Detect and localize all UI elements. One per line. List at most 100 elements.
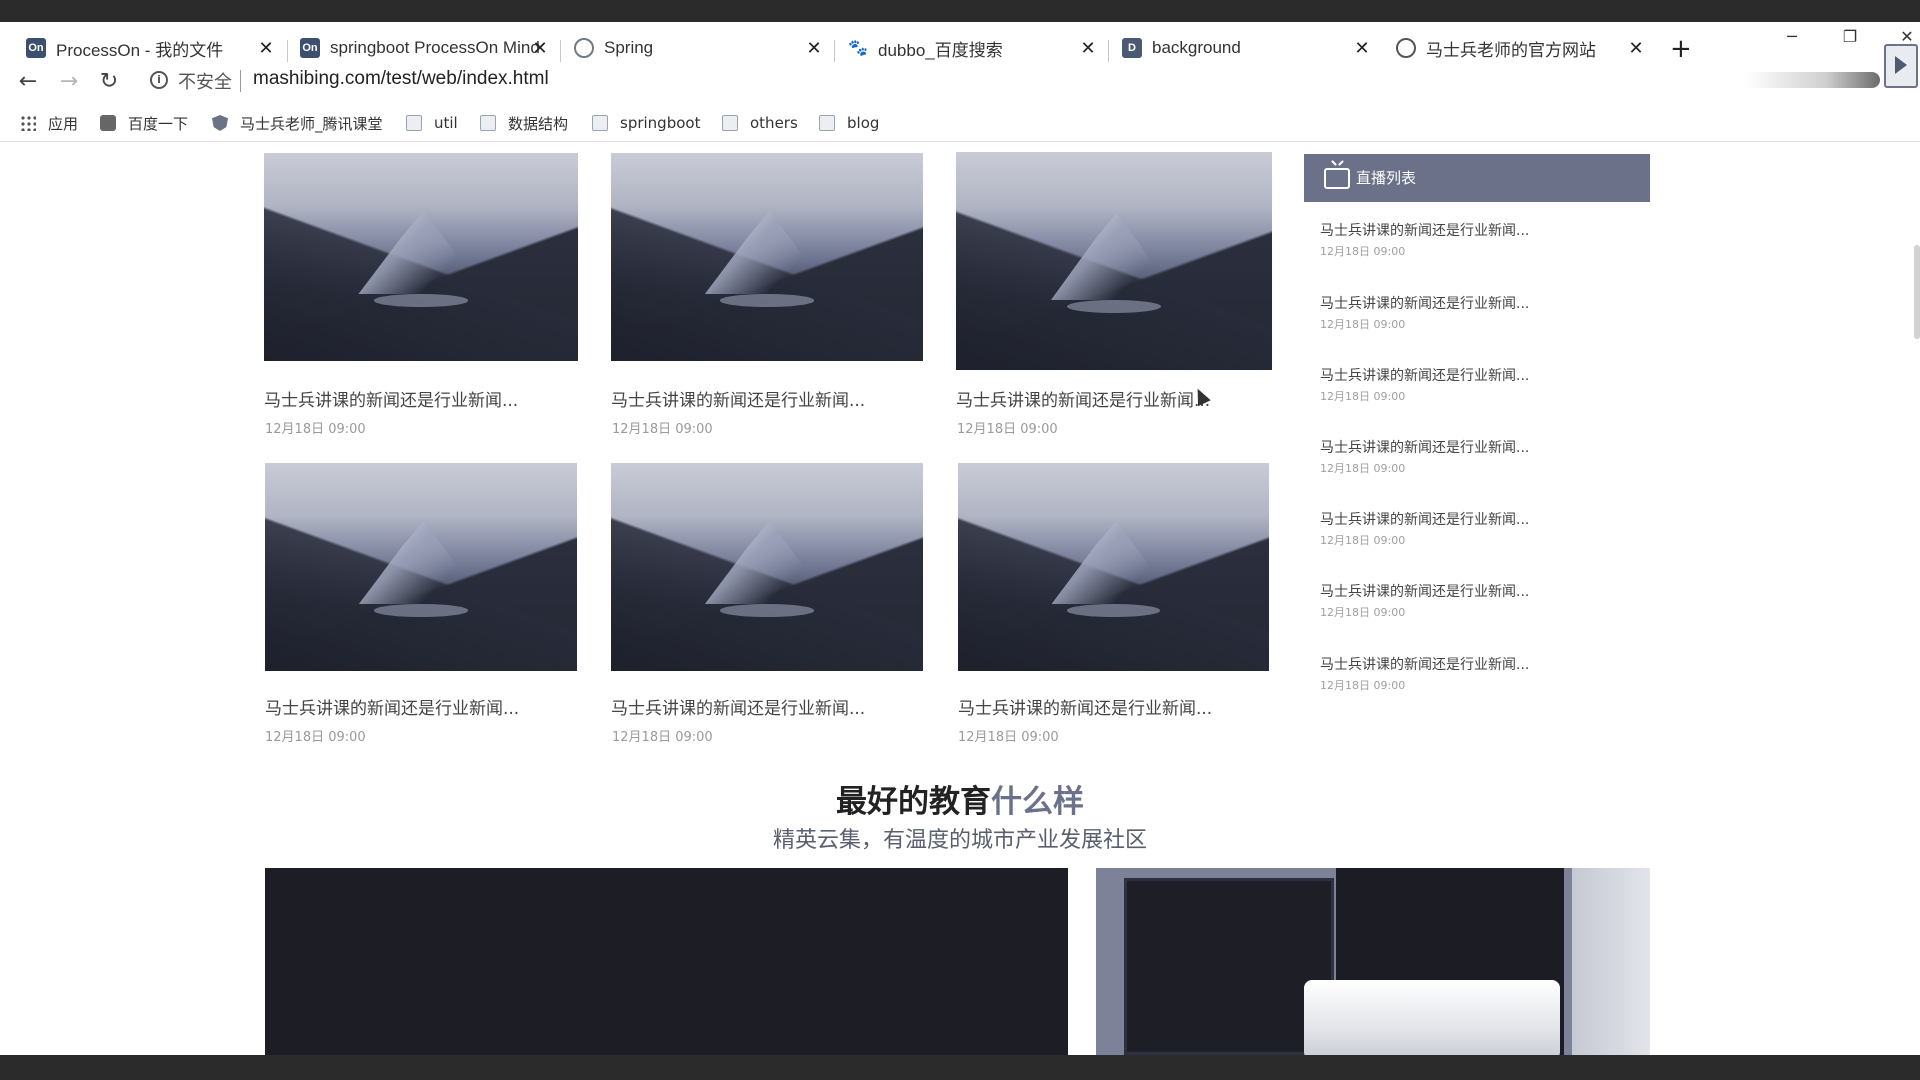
live-list-item[interactable]: 马士兵讲课的新闻还是行业新闻... 12月18日 09:00	[1320, 509, 1529, 548]
tab-title: ProcessOn - 我的文件	[56, 40, 224, 60]
live-item-title[interactable]: 马士兵讲课的新闻还是行业新闻...	[1320, 581, 1529, 601]
live-item-date: 12月18日 09:00	[1320, 318, 1406, 331]
live-item-title[interactable]: 马士兵讲课的新闻还是行业新闻...	[1320, 293, 1529, 313]
section-title-accent: 什么样	[991, 784, 1084, 820]
live-item-title[interactable]: 马士兵讲课的新闻还是行业新闻...	[1320, 509, 1529, 529]
folder-icon	[819, 115, 835, 131]
tab-background[interactable]: D background ✕	[1122, 22, 1372, 74]
news-thumbnail[interactable]	[611, 153, 923, 361]
live-list-item[interactable]: 马士兵讲课的新闻还是行业新闻... 12月18日 09:00	[1320, 581, 1529, 620]
bookmark-label: springboot	[620, 114, 701, 132]
tab-title: dubbo_百度搜索	[878, 40, 1003, 60]
security-status[interactable]: 不安全	[178, 68, 232, 94]
news-title[interactable]: 马士兵讲课的新闻还是行业新闻...	[958, 694, 1212, 719]
folder-icon	[592, 115, 608, 131]
section-subtitle: 精英云集，有温度的城市产业发展社区	[772, 828, 1147, 853]
folder-icon	[480, 115, 496, 131]
live-item-date: 12月18日 09:00	[1320, 534, 1406, 547]
live-item-date: 12月18日 09:00	[1320, 245, 1406, 258]
video-extension-icon[interactable]	[1884, 44, 1918, 88]
restore-button[interactable]: ❐	[1830, 22, 1870, 52]
news-date: 12月18日 09:00	[265, 422, 366, 437]
new-tab-button[interactable]: +	[1670, 36, 1692, 62]
bookmark-label: others	[750, 114, 798, 132]
live-list-item[interactable]: 马士兵讲课的新闻还是行业新闻... 12月18日 09:00	[1320, 654, 1529, 693]
news-thumbnail[interactable]	[958, 463, 1269, 671]
apps-grid-icon	[20, 115, 36, 131]
section-title-dark: 最好的教育	[836, 784, 991, 820]
news-thumbnail[interactable]	[956, 152, 1272, 370]
scrollbar-thumb[interactable]	[1914, 245, 1920, 339]
bookmark-others[interactable]: others	[722, 110, 798, 136]
news-thumbnail[interactable]	[611, 463, 923, 671]
tab-separator	[1108, 40, 1109, 62]
minimize-button[interactable]: ─	[1772, 22, 1812, 52]
news-title[interactable]: 马士兵讲课的新闻还是行业新闻...	[611, 386, 865, 411]
news-thumbnail[interactable]	[265, 463, 577, 671]
live-list-item[interactable]: 马士兵讲课的新闻还是行业新闻... 12月18日 09:00	[1320, 293, 1529, 332]
news-thumbnail[interactable]	[264, 153, 578, 361]
reload-icon[interactable]: ↻	[94, 67, 124, 97]
back-arrow-icon[interactable]: ←	[13, 67, 43, 97]
bookmark-label: util	[434, 114, 458, 132]
close-icon[interactable]: ✕	[1352, 38, 1372, 58]
folder-icon	[722, 115, 738, 131]
tab-mashibing-site[interactable]: 马士兵老师的官方网站 ✕	[1396, 22, 1646, 74]
close-icon[interactable]: ✕	[530, 38, 550, 58]
bookmark-springboot[interactable]: springboot	[592, 110, 700, 136]
processon-icon: On	[26, 38, 46, 58]
shield-icon	[212, 115, 228, 131]
live-item-date: 12月18日 09:00	[1320, 390, 1406, 403]
live-list-item[interactable]: 马士兵讲课的新闻还是行业新闻... 12月18日 09:00	[1320, 365, 1529, 404]
bookmark-data-structures[interactable]: 数据结构	[480, 110, 568, 136]
feature-video-panel[interactable]	[265, 868, 1068, 1055]
tab-title: 马士兵老师的官方网站	[1426, 40, 1596, 60]
bookmark-label: 数据结构	[508, 114, 569, 133]
close-icon[interactable]: ✕	[1626, 38, 1646, 58]
photo-light-edge	[1572, 868, 1650, 1055]
bookmark-tencent-classroom[interactable]: 马士兵老师_腾讯课堂	[212, 110, 383, 136]
live-item-title[interactable]: 马士兵讲课的新闻还是行业新闻...	[1320, 437, 1529, 457]
forward-arrow-icon[interactable]: →	[54, 67, 84, 97]
news-title[interactable]: 马士兵讲课的新闻还是行业新闻...	[956, 386, 1210, 411]
tab-separator	[287, 40, 288, 62]
close-icon[interactable]: ✕	[256, 38, 276, 58]
live-item-title[interactable]: 马士兵讲课的新闻还是行业新闻...	[1320, 365, 1529, 385]
bookmark-util[interactable]: util	[406, 110, 458, 136]
live-item-date: 12月18日 09:00	[1320, 606, 1406, 619]
tab-dubbo-search[interactable]: 🐾 dubbo_百度搜索 ✕	[848, 22, 1098, 74]
live-item-date: 12月18日 09:00	[1320, 462, 1406, 475]
folder-icon	[406, 115, 422, 131]
live-list-title: 直播列表	[1356, 169, 1417, 187]
bookmark-blog[interactable]: blog	[819, 110, 879, 136]
live-item-title[interactable]: 马士兵讲课的新闻还是行业新闻...	[1320, 220, 1529, 240]
news-title[interactable]: 马士兵讲课的新闻还是行业新闻...	[611, 694, 865, 719]
processon-icon: On	[300, 38, 320, 58]
tab-separator	[834, 40, 835, 62]
bookmark-apps[interactable]: 应用	[20, 110, 78, 136]
live-item-date: 12月18日 09:00	[1320, 679, 1406, 692]
bookmark-label: blog	[847, 114, 880, 132]
url-separator	[240, 70, 241, 92]
live-list-item[interactable]: 马士兵讲课的新闻还是行业新闻... 12月18日 09:00	[1320, 220, 1529, 259]
news-title[interactable]: 马士兵讲课的新闻还是行业新闻...	[265, 694, 519, 719]
bookmark-label: 马士兵老师_腾讯课堂	[240, 114, 383, 133]
news-date: 12月18日 09:00	[265, 730, 366, 745]
tab-springboot-processon[interactable]: On springboot ProcessOn Mind ✕	[300, 22, 550, 74]
live-list-item[interactable]: 马士兵讲课的新闻还是行业新闻... 12月18日 09:00	[1320, 437, 1529, 476]
section-title: 最好的教育什么样	[0, 776, 1920, 821]
close-icon[interactable]: ✕	[804, 38, 824, 58]
spring-icon	[574, 38, 594, 58]
info-icon[interactable]: i	[150, 71, 168, 89]
feature-photo[interactable]	[1096, 868, 1650, 1055]
tab-spring[interactable]: Spring ✕	[574, 22, 824, 74]
news-date: 12月18日 09:00	[612, 422, 713, 437]
close-icon[interactable]: ✕	[1078, 38, 1098, 58]
bookmark-baidu[interactable]: 百度一下	[100, 110, 188, 136]
tab-title: Spring	[604, 38, 654, 57]
baidu-paw-icon	[100, 115, 116, 131]
news-title[interactable]: 马士兵讲课的新闻还是行业新闻...	[264, 386, 518, 411]
url-field[interactable]: mashibing.com/test/web/index.html	[253, 68, 549, 90]
live-item-title[interactable]: 马士兵讲课的新闻还是行业新闻...	[1320, 654, 1529, 674]
document-icon: D	[1122, 38, 1142, 58]
